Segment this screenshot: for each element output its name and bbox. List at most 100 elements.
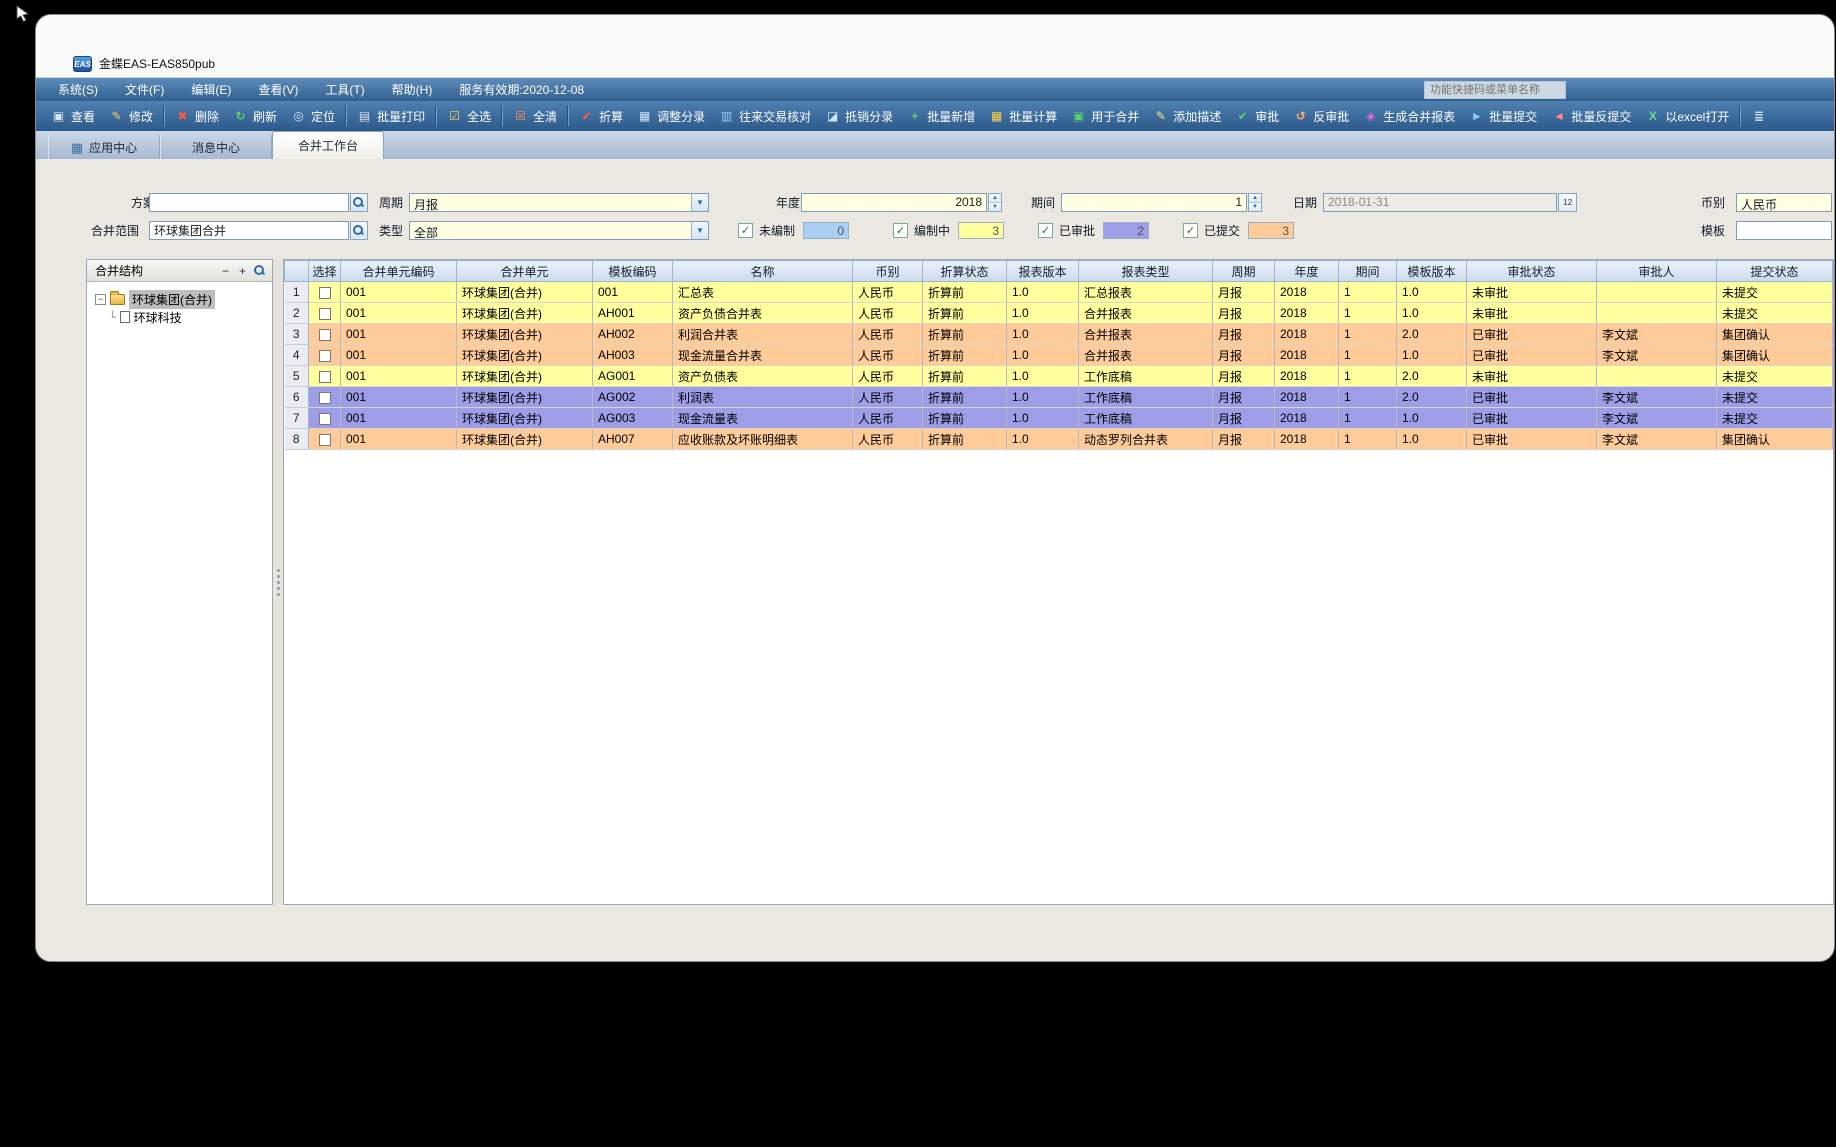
row-checkbox[interactable]	[319, 329, 331, 341]
table-cell[interactable]: 人民币	[853, 303, 923, 324]
table-cell[interactable]: 2018	[1275, 408, 1339, 429]
table-cell[interactable]: 李文斌	[1597, 429, 1717, 450]
panel-splitter[interactable]	[273, 259, 283, 905]
table-cell[interactable]: 未提交	[1717, 387, 1833, 408]
table-cell[interactable]: 001	[341, 282, 457, 303]
column-header-合并单元编码[interactable]: 合并单元编码	[341, 261, 457, 282]
row-number-cell[interactable]: 7	[285, 408, 309, 429]
collapse-button[interactable]: −	[217, 263, 234, 279]
search-button[interactable]	[251, 263, 268, 279]
table-cell[interactable]: 环球集团(合并)	[457, 387, 593, 408]
year-input[interactable]	[801, 193, 987, 212]
table-cell[interactable]: 未提交	[1717, 408, 1833, 429]
row-number-cell[interactable]: 5	[285, 366, 309, 387]
batch-calc-button[interactable]: ▦批量计算	[982, 105, 1064, 128]
transaction-check-button[interactable]: ▥往来交易核对	[712, 105, 818, 128]
date-input[interactable]	[1323, 193, 1557, 212]
table-cell[interactable]: 环球集团(合并)	[457, 324, 593, 345]
expand-button[interactable]: +	[234, 263, 251, 279]
calendar-icon[interactable]: 12	[1558, 193, 1577, 212]
column-header-审批人[interactable]: 审批人	[1597, 261, 1717, 282]
table-cell[interactable]: 人民币	[853, 282, 923, 303]
tree-root-label[interactable]: 环球集团(合并)	[129, 290, 215, 309]
table-cell[interactable]: 利润合并表	[673, 324, 853, 345]
batch-print-button[interactable]: ▤批量打印	[350, 105, 432, 128]
table-cell[interactable]: 李文斌	[1597, 408, 1717, 429]
table-cell[interactable]: 1.0	[1007, 324, 1079, 345]
period-combo[interactable]: 月报 ▼	[409, 193, 709, 212]
template-input[interactable]	[1736, 221, 1832, 240]
table-cell[interactable]: 人民币	[853, 324, 923, 345]
table-cell[interactable]: 汇总表	[673, 282, 853, 303]
column-header-名称[interactable]: 名称	[673, 261, 853, 282]
table-cell[interactable]: AG003	[593, 408, 673, 429]
table-cell[interactable]: 已审批	[1467, 429, 1597, 450]
table-row[interactable]: 6001环球集团(合并)AG002利润表人民币折算前1.0工作底稿月报20181…	[285, 387, 1833, 408]
menu-item-3[interactable]: 查看(V)	[258, 81, 298, 98]
table-cell[interactable]: AH002	[593, 324, 673, 345]
row-checkbox[interactable]	[319, 287, 331, 299]
table-row[interactable]: 4001环球集团(合并)AH003现金流量合并表人民币折算前1.0合并报表月报2…	[285, 345, 1833, 366]
table-cell[interactable]: 2018	[1275, 324, 1339, 345]
table-cell[interactable]: 1.0	[1397, 345, 1467, 366]
column-header-币别[interactable]: 币别	[853, 261, 923, 282]
table-cell[interactable]: 2.0	[1397, 366, 1467, 387]
collapse-toggle-icon[interactable]: −	[95, 294, 106, 305]
table-cell[interactable]: 2018	[1275, 282, 1339, 303]
use-for-merge-button[interactable]: ▣用于合并	[1064, 105, 1146, 128]
table-cell[interactable]	[1597, 303, 1717, 324]
row-select-cell[interactable]	[309, 303, 341, 324]
table-cell[interactable]: 2018	[1275, 429, 1339, 450]
tab-应用中心[interactable]: ▦应用中心	[48, 135, 160, 159]
table-cell[interactable]: 未提交	[1717, 366, 1833, 387]
table-cell[interactable]: 集团确认	[1717, 345, 1833, 366]
table-cell[interactable]: 环球集团(合并)	[457, 282, 593, 303]
table-cell[interactable]: 已审批	[1467, 408, 1597, 429]
elimination-entry-button[interactable]: ◪抵销分录	[818, 105, 900, 128]
row-number-cell[interactable]: 3	[285, 324, 309, 345]
table-cell[interactable]: 月报	[1213, 324, 1275, 345]
column-header-周期[interactable]: 周期	[1213, 261, 1275, 282]
table-cell[interactable]: 月报	[1213, 429, 1275, 450]
table-cell[interactable]: 环球集团(合并)	[457, 429, 593, 450]
table-cell[interactable]: 1.0	[1397, 282, 1467, 303]
table-cell[interactable]: 1.0	[1007, 345, 1079, 366]
type-combo[interactable]: 全部 ▼	[409, 221, 709, 240]
table-row[interactable]: 7001环球集团(合并)AG003现金流量表人民币折算前1.0工作底稿月报201…	[285, 408, 1833, 429]
table-cell[interactable]: 1	[1339, 282, 1397, 303]
table-cell[interactable]: 未审批	[1467, 366, 1597, 387]
table-cell[interactable]: 资产负债合并表	[673, 303, 853, 324]
column-header-报表类型[interactable]: 报表类型	[1079, 261, 1213, 282]
table-cell[interactable]: 折算前	[923, 429, 1007, 450]
row-select-cell[interactable]	[309, 282, 341, 303]
table-cell[interactable]: 现金流量表	[673, 408, 853, 429]
table-cell[interactable]: 合并报表	[1079, 303, 1213, 324]
row-checkbox[interactable]	[319, 413, 331, 425]
table-cell[interactable]: 已审批	[1467, 387, 1597, 408]
row-number-cell[interactable]: 4	[285, 345, 309, 366]
table-cell[interactable]: 利润表	[673, 387, 853, 408]
row-number-cell[interactable]: 2	[285, 303, 309, 324]
scope-input[interactable]	[149, 221, 349, 240]
table-cell[interactable]: 环球集团(合并)	[457, 345, 593, 366]
column-header-年度[interactable]: 年度	[1275, 261, 1339, 282]
more-tools-button[interactable]: ≣	[1744, 106, 1773, 127]
table-cell[interactable]: 折算前	[923, 303, 1007, 324]
table-cell[interactable]: 1.0	[1007, 429, 1079, 450]
row-select-cell[interactable]	[309, 387, 341, 408]
row-number-cell[interactable]: 1	[285, 282, 309, 303]
row-select-cell[interactable]	[309, 408, 341, 429]
table-cell[interactable]: 1	[1339, 345, 1397, 366]
menu-item-4[interactable]: 工具(T)	[325, 81, 364, 98]
chevron-down-icon[interactable]: ▼	[691, 194, 708, 211]
table-cell[interactable]: 集团确认	[1717, 324, 1833, 345]
generate-report-button[interactable]: ◈生成合并报表	[1356, 105, 1462, 128]
term-input[interactable]	[1061, 193, 1247, 212]
column-header-模板版本[interactable]: 模板版本	[1397, 261, 1467, 282]
tab-合并工作台[interactable]: 合并工作台	[272, 131, 384, 159]
table-cell[interactable]: 2.0	[1397, 324, 1467, 345]
table-cell[interactable]: 月报	[1213, 366, 1275, 387]
table-cell[interactable]: 1	[1339, 303, 1397, 324]
status-checkbox[interactable]: ✓	[738, 223, 753, 238]
table-row[interactable]: 3001环球集团(合并)AH002利润合并表人民币折算前1.0合并报表月报201…	[285, 324, 1833, 345]
